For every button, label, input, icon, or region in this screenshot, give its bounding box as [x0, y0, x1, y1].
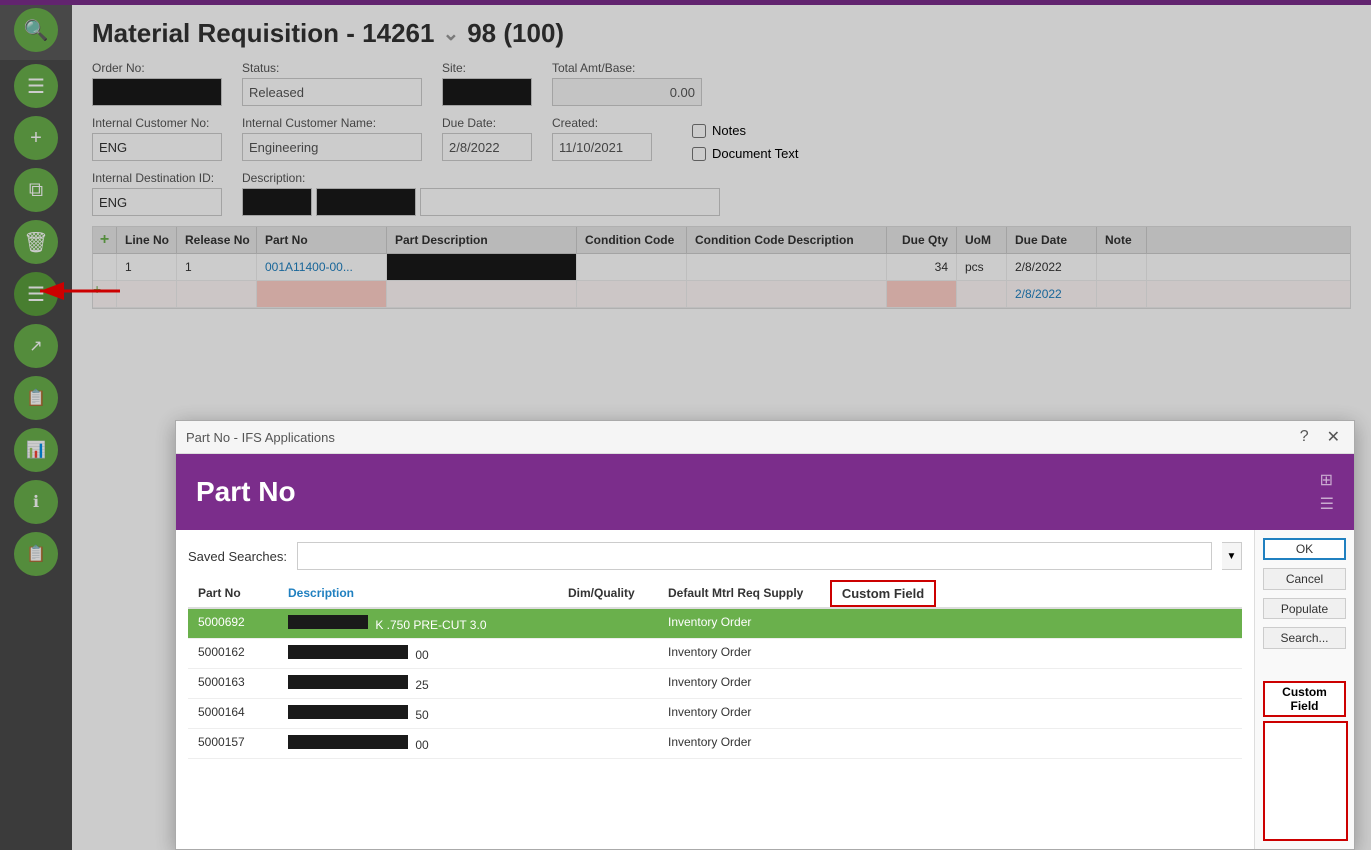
- modal-body-wrapper: Saved Searches: ▼ Part No Description Di…: [176, 530, 1354, 849]
- cell-custom: [818, 729, 948, 758]
- cell-dim-quality: [558, 639, 658, 668]
- modal-header: Part No ⊞ ☰: [176, 454, 1354, 530]
- modal-col-dim-quality[interactable]: Dim/Quality: [558, 580, 658, 607]
- cell-custom: [818, 639, 948, 668]
- search-button[interactable]: Search...: [1263, 627, 1346, 649]
- custom-field-header-container: Custom Field: [818, 580, 948, 607]
- modal-table-header: Part No Description Dim/Quality Default …: [188, 580, 1242, 609]
- modal-title: Part No - IFS Applications: [186, 430, 335, 445]
- modal-header-icons: ⊞ ☰: [1320, 470, 1334, 514]
- custom-field-area: Custom Field: [1263, 681, 1346, 841]
- custom-field-box-label: Custom Field: [1263, 681, 1346, 717]
- list-view-icon[interactable]: ☰: [1320, 494, 1334, 514]
- grid-view-icon[interactable]: ⊞: [1320, 470, 1334, 490]
- cell-description: 25: [278, 669, 558, 698]
- cell-description: 50: [278, 699, 558, 728]
- cell-custom: [818, 699, 948, 728]
- populate-button[interactable]: Populate: [1263, 598, 1346, 620]
- cell-custom: [818, 609, 948, 638]
- modal-col-part-no[interactable]: Part No: [188, 580, 278, 607]
- cell-description: 00: [278, 639, 558, 668]
- list-item[interactable]: 5000162 00 Inventory Order: [188, 639, 1242, 669]
- cell-part-no: 5000163: [188, 669, 278, 698]
- cell-part-no: 5000692: [188, 609, 278, 638]
- modal-col-description[interactable]: Description: [278, 580, 558, 607]
- custom-field-box[interactable]: [1263, 721, 1348, 841]
- modal-action-panel: OK Cancel Populate Search... Custom Fiel…: [1254, 530, 1354, 849]
- modal-titlebar: Part No - IFS Applications ? ✕: [176, 421, 1354, 454]
- cell-part-no: 5000162: [188, 639, 278, 668]
- modal-dialog: Part No - IFS Applications ? ✕ Part No ⊞…: [175, 420, 1355, 850]
- list-item[interactable]: 5000692 K .750 PRE-CUT 3.0 Inventory Ord…: [188, 609, 1242, 639]
- modal-header-title: Part No: [196, 476, 296, 508]
- cell-part-no: 5000164: [188, 699, 278, 728]
- cell-custom: [818, 669, 948, 698]
- cell-supply: Inventory Order: [658, 609, 818, 638]
- modal-table: Part No Description Dim/Quality Default …: [188, 580, 1242, 837]
- modal-help-button[interactable]: ?: [1296, 428, 1313, 446]
- cell-part-no: 5000157: [188, 729, 278, 758]
- list-item[interactable]: 5000164 50 Inventory Order: [188, 699, 1242, 729]
- cell-supply: Inventory Order: [658, 639, 818, 668]
- list-item[interactable]: 5000157 00 Inventory Order: [188, 729, 1242, 759]
- cell-dim-quality: [558, 609, 658, 638]
- saved-searches-dropdown[interactable]: ▼: [1222, 542, 1242, 570]
- modal-titlebar-actions: ? ✕: [1296, 427, 1344, 447]
- modal-close-button[interactable]: ✕: [1323, 427, 1344, 447]
- saved-searches-row: Saved Searches: ▼: [188, 542, 1242, 570]
- modal-table-body: 5000692 K .750 PRE-CUT 3.0 Inventory Ord…: [188, 609, 1242, 837]
- saved-searches-label: Saved Searches:: [188, 549, 287, 564]
- custom-field-header: Custom Field: [830, 580, 936, 607]
- modal-body: Saved Searches: ▼ Part No Description Di…: [176, 530, 1254, 849]
- ok-button[interactable]: OK: [1263, 538, 1346, 560]
- cell-description: K .750 PRE-CUT 3.0: [278, 609, 558, 638]
- saved-searches-input[interactable]: [297, 542, 1212, 570]
- cell-description: 00: [278, 729, 558, 758]
- cell-supply: Inventory Order: [658, 669, 818, 698]
- cell-dim-quality: [558, 669, 658, 698]
- cell-supply: Inventory Order: [658, 729, 818, 758]
- cell-dim-quality: [558, 729, 658, 758]
- cell-dim-quality: [558, 699, 658, 728]
- list-item[interactable]: 5000163 25 Inventory Order: [188, 669, 1242, 699]
- cell-supply: Inventory Order: [658, 699, 818, 728]
- modal-col-supply[interactable]: Default Mtrl Req Supply: [658, 580, 818, 607]
- cancel-button[interactable]: Cancel: [1263, 568, 1346, 590]
